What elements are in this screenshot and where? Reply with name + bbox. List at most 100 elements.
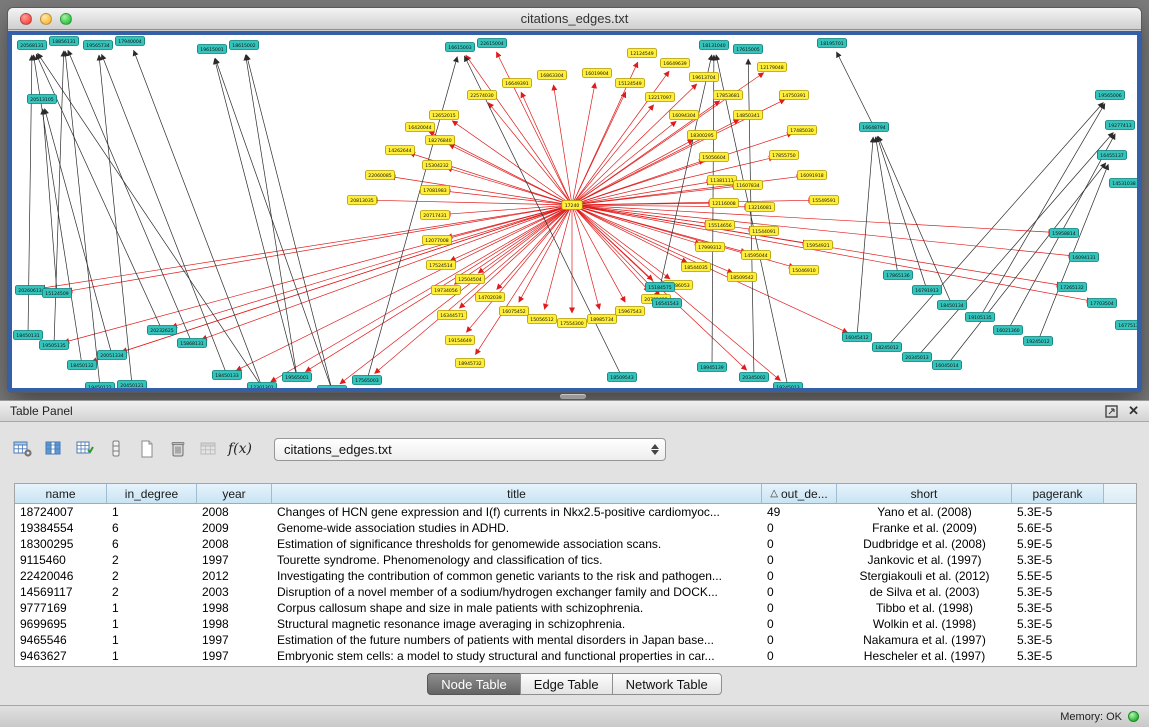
graph-edge[interactable] [660, 55, 712, 287]
graph-node[interactable]: 18450132 [67, 361, 96, 370]
graph-node[interactable]: 15514656 [705, 221, 734, 230]
graph-node[interactable]: 17999312 [695, 243, 724, 252]
graph-node[interactable]: 18544035 [681, 263, 710, 272]
panel-divider-grip[interactable] [560, 394, 586, 399]
column-header-out_de[interactable]: △out_de... [762, 484, 837, 504]
graph-edge[interactable] [247, 55, 333, 390]
graph-edge[interactable] [521, 92, 572, 205]
graph-node[interactable]: 16045412 [842, 333, 871, 342]
graph-node[interactable]: 18615002 [229, 41, 258, 50]
graph-node[interactable]: 15124509 [42, 289, 71, 298]
float-panel-icon[interactable] [1105, 405, 1118, 418]
graph-node[interactable]: 14702039 [475, 293, 504, 302]
graph-node[interactable]: 20565002 [317, 386, 346, 391]
graph-edge[interactable] [857, 137, 873, 337]
graph-node[interactable]: 18945139 [697, 363, 726, 372]
graph-node[interactable]: 18245012 [872, 343, 901, 352]
graph-node[interactable]: 16775138 [1115, 321, 1137, 330]
graph-edge[interactable] [215, 59, 298, 377]
graph-node[interactable]: 16649639 [660, 59, 689, 68]
graph-node[interactable]: 12504504 [455, 275, 484, 284]
graph-node[interactable]: 20450121 [117, 381, 146, 390]
column-header-in_degree[interactable]: in_degree [107, 484, 197, 504]
graph-node[interactable]: 16021360 [993, 326, 1022, 335]
graph-node[interactable]: 15056604 [699, 153, 728, 162]
graph-edge[interactable] [372, 200, 572, 205]
graph-node[interactable]: 18856131 [49, 37, 78, 46]
graph-edge[interactable] [712, 55, 714, 367]
graph-node[interactable]: 17554300 [557, 319, 586, 328]
graph-node[interactable]: 12179048 [757, 63, 786, 72]
column-header-name[interactable]: name [15, 484, 107, 504]
graph-node[interactable]: 12652015 [429, 111, 458, 120]
graph-node[interactable]: 20051334 [97, 351, 126, 360]
tab-edge-table[interactable]: Edge Table [520, 673, 613, 695]
column-header-short[interactable]: short [837, 484, 1012, 504]
graph-node[interactable]: 19565734 [83, 41, 112, 50]
graph-node[interactable]: 16615003 [445, 43, 474, 52]
graph-edge[interactable] [40, 205, 572, 289]
graph-node[interactable]: 18131040 [699, 41, 728, 50]
graph-node[interactable]: 15056512 [527, 315, 556, 324]
graph-node[interactable]: 22060085 [365, 171, 394, 180]
create-column-icon[interactable] [134, 436, 160, 462]
graph-node[interactable]: 18276840 [425, 136, 454, 145]
graph-node[interactable]: 18509543 [607, 373, 636, 382]
graph-node[interactable]: 20513105 [27, 95, 56, 104]
graph-node[interactable]: 11607834 [733, 181, 762, 190]
graph-node[interactable]: 17853681 [713, 91, 742, 100]
table-row[interactable]: 946554611997Estimation of the future num… [15, 632, 1136, 648]
graph-node[interactable]: 15549591 [809, 196, 838, 205]
graph-node[interactable]: 17615005 [733, 45, 762, 54]
graph-node[interactable]: 16455137 [1097, 151, 1126, 160]
graph-node[interactable]: 22615004 [477, 39, 506, 48]
close-window-button[interactable] [20, 13, 32, 25]
function-builder-icon[interactable]: f(x) [227, 436, 253, 462]
graph-edge[interactable] [837, 52, 875, 127]
graph-node[interactable]: 20232625 [147, 326, 176, 335]
graph-node[interactable]: 19450122 [85, 383, 114, 391]
graph-edge[interactable] [876, 137, 898, 275]
graph-node[interactable]: 18945732 [455, 359, 484, 368]
graph-node[interactable]: 18300295 [687, 131, 716, 140]
network-view[interactable]: 1724016019904151245491221709716094304183… [8, 31, 1141, 392]
graph-node[interactable]: 17565003 [352, 376, 381, 385]
graph-edge[interactable] [246, 55, 297, 377]
graph-node[interactable]: 19277413 [1105, 121, 1134, 130]
graph-node[interactable]: 17865136 [883, 271, 912, 280]
edit-columns-icon[interactable] [72, 436, 98, 462]
graph-node[interactable]: 19615001 [197, 45, 226, 54]
graph-node[interactable]: 11381111 [707, 176, 736, 185]
graph-node[interactable]: 17703504 [1087, 299, 1116, 308]
graph-node[interactable]: 16094131 [1069, 253, 1098, 262]
graph-node[interactable]: 18509542 [727, 273, 756, 282]
graph-edge[interactable] [572, 83, 595, 205]
graph-node[interactable]: 15967543 [615, 307, 644, 316]
table-row[interactable]: 946362711997Embryonic stem cells: a mode… [15, 648, 1136, 664]
graph-node[interactable]: 16045014 [932, 361, 961, 370]
graph-edge[interactable] [68, 50, 192, 343]
graph-edge[interactable] [917, 133, 1113, 358]
graph-node[interactable]: 14750391 [779, 91, 808, 100]
row-options-icon[interactable] [103, 436, 129, 462]
graph-edge[interactable] [38, 53, 262, 387]
graph-node[interactable]: 19565001 [282, 373, 311, 382]
graph-node[interactable]: 19613704 [689, 73, 718, 82]
table-row[interactable]: 969969511998Structural magnetic resonanc… [15, 616, 1136, 632]
graph-node[interactable]: 20568131 [17, 41, 46, 50]
column-header-pagerank[interactable]: pagerank [1012, 484, 1104, 504]
graph-node[interactable]: 15868131 [177, 339, 206, 348]
graph-edge[interactable] [572, 133, 793, 205]
graph-edge[interactable] [271, 205, 572, 382]
graph-node[interactable]: 18195701 [817, 39, 846, 48]
table-settings-icon[interactable] [10, 436, 36, 462]
import-table-icon[interactable] [196, 436, 222, 462]
graph-node[interactable]: 16094304 [669, 111, 698, 120]
graph-edge[interactable] [67, 205, 572, 291]
graph-node[interactable]: 16344571 [437, 311, 466, 320]
delete-column-icon[interactable] [165, 436, 191, 462]
graph-edge[interactable] [99, 55, 132, 385]
table-row[interactable]: 1456911722003Disruption of a novel membe… [15, 584, 1136, 600]
graph-node[interactable]: 12124549 [627, 49, 656, 58]
network-canvas[interactable]: 1724016019904151245491221709716094304183… [12, 35, 1137, 390]
